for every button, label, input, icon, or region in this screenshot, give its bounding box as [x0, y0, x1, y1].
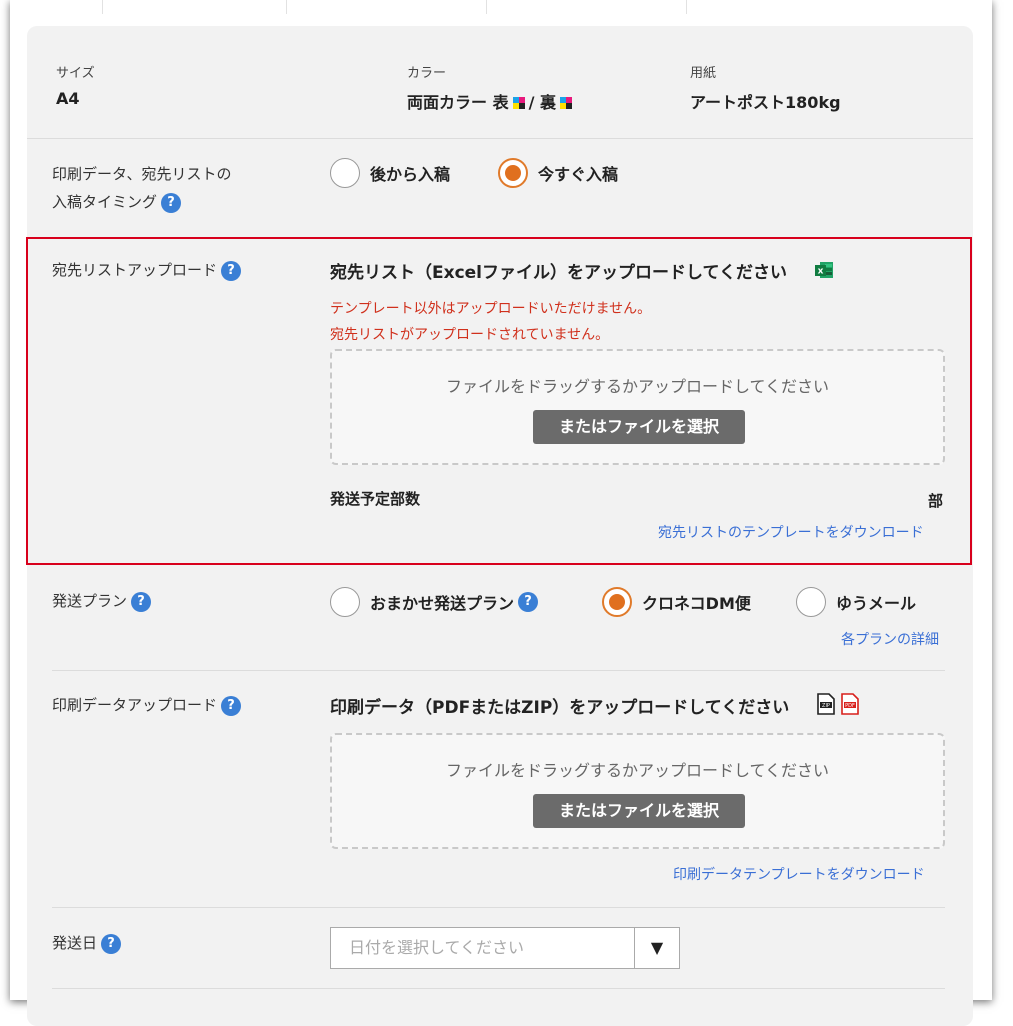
cmyk-icon — [512, 97, 525, 109]
radio-label: ゆうメール — [836, 594, 917, 613]
ship-count-label: 発送予定部数 — [330, 490, 421, 508]
plan-label-text: 発送プラン — [52, 592, 128, 610]
radio-label: クロネコDM便 — [642, 594, 751, 613]
address-upload-label-text: 宛先リストアップロード — [52, 261, 218, 279]
size-value: A4 — [56, 89, 80, 108]
print-dropzone[interactable]: ファイルをドラッグするかアップロードしてください またはファイルを選択 — [330, 733, 945, 849]
radio-circle[interactable] — [330, 587, 360, 617]
size-label: サイズ — [56, 66, 95, 81]
divider — [52, 907, 945, 908]
paper-value: アートポスト180kg — [690, 93, 841, 112]
ship-count-unit: 部 — [928, 492, 944, 510]
help-icon[interactable]: ? — [161, 192, 182, 213]
radio-upload-now[interactable]: 今すぐ入稿 — [498, 158, 618, 188]
pdf-file-icon: PDF — [841, 693, 859, 715]
error-template-only: テンプレート以外はアップロードいただけません。 — [330, 301, 652, 317]
dropdown-arrow-icon[interactable]: ▼ — [634, 928, 679, 968]
radio-omakase-plan[interactable]: おまかせ発送プラン? — [330, 587, 539, 617]
svg-text:ZIP: ZIP — [822, 703, 830, 709]
help-icon[interactable]: ? — [518, 592, 539, 612]
dropzone-text: ファイルをドラッグするかアップロードしてください — [445, 377, 830, 396]
svg-text:PDF: PDF — [845, 703, 855, 709]
top-tab-dividers — [10, 0, 992, 18]
help-icon[interactable]: ? — [101, 933, 122, 954]
ship-date-select[interactable]: 日付を選択してください ▼ — [330, 927, 680, 969]
radio-kuroneko-dm[interactable]: クロネコDM便 — [602, 587, 751, 617]
radio-circle-selected[interactable] — [602, 587, 632, 617]
select-address-file-button[interactable]: またはファイルを選択 — [533, 410, 745, 444]
address-dropzone[interactable]: ファイルをドラッグするかアップロードしてください またはファイルを選択 — [330, 349, 945, 465]
timing-label-line1: 印刷データ、宛先リストの — [52, 165, 232, 183]
plan-label: 発送プラン? — [52, 587, 152, 615]
print-upload-heading: 印刷データ（PDFまたはZIP）をアップロードしてください — [330, 698, 790, 718]
address-upload-heading: 宛先リスト（Excelファイル）をアップロードしてください — [330, 263, 787, 283]
zip-file-icon: ZIP — [817, 693, 835, 715]
color-label: カラー — [407, 66, 447, 81]
paper-label: 用紙 — [690, 66, 717, 81]
radio-circle-selected[interactable] — [498, 158, 528, 188]
ship-date-label: 発送日? — [52, 929, 122, 957]
radio-later-upload[interactable]: 後から入稿 — [330, 158, 450, 188]
radio-circle[interactable] — [330, 158, 360, 188]
address-template-download-link[interactable]: 宛先リストのテンプレートをダウンロード — [658, 522, 924, 542]
color-value: 両面カラー 表 / 裏 — [407, 89, 576, 113]
radio-label: 今すぐ入稿 — [538, 165, 619, 184]
divider — [52, 670, 945, 671]
ship-date-label-text: 発送日 — [52, 934, 98, 952]
cmyk-icon — [560, 97, 572, 109]
select-print-file-button[interactable]: またはファイルを選択 — [533, 794, 745, 828]
error-no-list: 宛先リストがアップロードされていません。 — [330, 327, 610, 343]
timing-label-line2: 入稿タイミング — [52, 193, 158, 211]
radio-label: おまかせ発送プラン — [370, 594, 515, 613]
help-icon[interactable]: ? — [221, 695, 242, 716]
dropzone-text: ファイルをドラッグするかアップロードしてください — [445, 761, 830, 780]
ship-date-placeholder: 日付を選択してください — [349, 938, 525, 957]
print-upload-label: 印刷データアップロード? — [52, 691, 242, 719]
print-upload-label-text: 印刷データアップロード — [52, 696, 218, 714]
help-icon[interactable]: ? — [131, 591, 152, 612]
color-value-front: 両面カラー 表 — [407, 93, 509, 112]
address-upload-label: 宛先リストアップロード? — [52, 256, 242, 284]
divider — [52, 988, 945, 989]
svg-text:x: x — [818, 267, 824, 277]
excel-file-icon: x — [815, 262, 833, 278]
timing-label: 印刷データ、宛先リストの 入稿タイミング? — [52, 160, 232, 216]
radio-yu-mail[interactable]: ゆうメール — [796, 587, 916, 617]
plan-details-link[interactable]: 各プランの詳細 — [841, 629, 939, 649]
color-value-back: / 裏 — [528, 93, 556, 112]
print-template-download-link[interactable]: 印刷データテンプレートをダウンロード — [673, 864, 925, 884]
divider — [27, 138, 973, 139]
radio-label: 後から入稿 — [370, 165, 451, 184]
help-icon[interactable]: ? — [221, 260, 242, 281]
radio-circle[interactable] — [796, 587, 826, 617]
